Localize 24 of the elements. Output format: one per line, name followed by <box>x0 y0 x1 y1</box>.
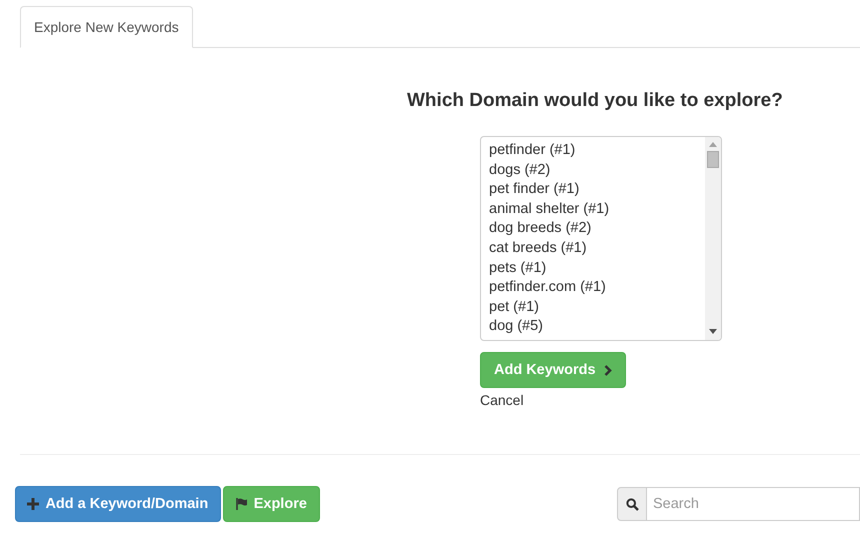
plus-icon <box>27 498 40 510</box>
domain-option[interactable]: dogs (#2) <box>489 160 697 180</box>
domain-listbox[interactable]: petfinder (#1) dogs (#2) pet finder (#1) animal shelter (#1) dog breeds (#2) cat breeds (#1) pets (#1) petfinder.com (#1) pet (#1) dog (#5) <box>480 136 722 341</box>
domain-option[interactable]: animal shelter (#1) <box>489 200 697 220</box>
domain-option[interactable]: petfinder (#1) <box>489 141 697 161</box>
domain-option[interactable]: dog (#5) <box>489 317 697 337</box>
search-field[interactable]: Search <box>647 487 860 521</box>
domain-option[interactable]: cat breeds (#1) <box>489 238 697 259</box>
domain-option[interactable]: pet finder (#1) <box>489 180 697 200</box>
chevron-right-icon <box>604 364 612 376</box>
tab[interactable]: Explore New Keywords <box>20 6 193 48</box>
domain-option[interactable]: dog breeds (#2) <box>489 219 697 239</box>
flag-icon <box>236 498 248 510</box>
scroll-down-icon[interactable] <box>709 329 717 334</box>
domain-option[interactable]: petfinder.com (#1) <box>489 278 697 298</box>
domain-option[interactable]: pet (#1) <box>489 298 697 318</box>
scroll-up-icon[interactable] <box>709 142 717 147</box>
scroll-thumb[interactable] <box>707 151 719 168</box>
add-keyword-button[interactable]: Add a Keyword/Domain <box>15 486 221 522</box>
heading: Which Domain would you like to explore? <box>407 90 784 112</box>
cancel-link[interactable]: Cancel <box>480 392 524 408</box>
domain-option[interactable]: pets (#1) <box>489 258 697 278</box>
search-icon <box>626 498 638 510</box>
scrollbar[interactable] <box>705 137 721 340</box>
